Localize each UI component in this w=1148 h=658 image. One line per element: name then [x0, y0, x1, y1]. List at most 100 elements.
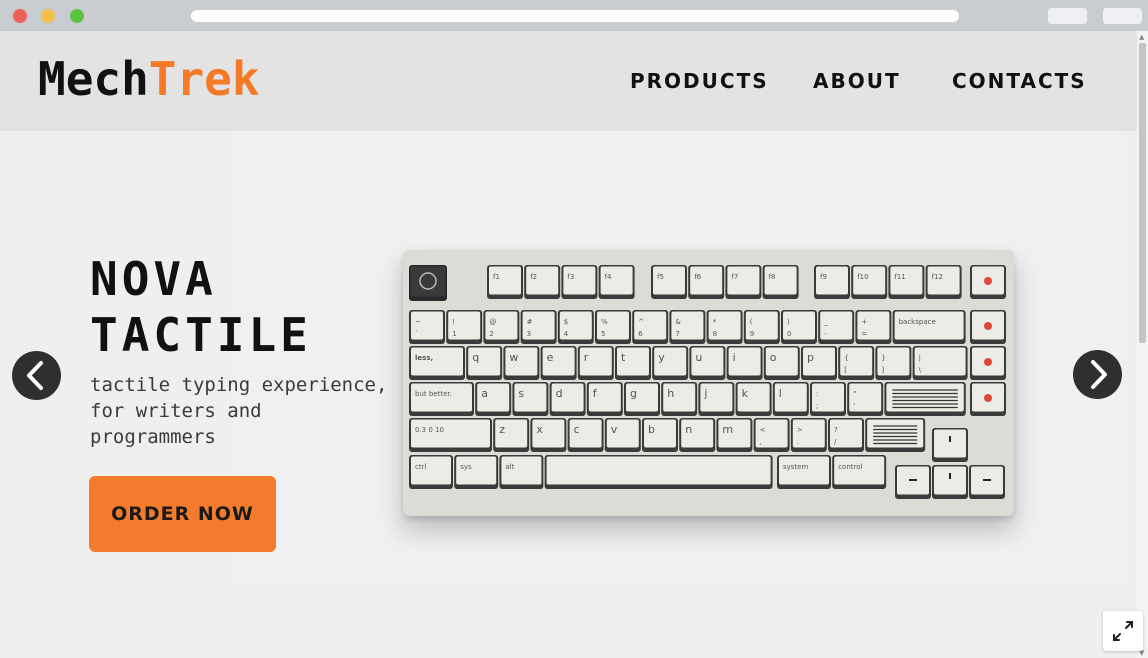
accent-key	[970, 346, 1006, 380]
sys-key: sys	[454, 455, 499, 489]
keycap-label: f7	[731, 273, 738, 281]
number-key: $4	[557, 310, 594, 344]
fn-key: f6	[688, 265, 725, 299]
keycap-label: c	[574, 423, 580, 436]
keycap-label: p	[807, 351, 814, 364]
number-key: &7	[669, 310, 706, 344]
keycap-label: j	[703, 387, 707, 400]
keycap-label: h	[667, 387, 674, 400]
keycap-label: 0	[787, 330, 791, 338]
minimize-window-button[interactable]	[41, 9, 55, 23]
right-shift-key	[865, 418, 926, 452]
nav-link-products[interactable]: PRODUCTS	[630, 69, 769, 93]
arrow-up-key	[932, 428, 968, 462]
address-bar[interactable]	[191, 10, 959, 22]
keycap-label: >	[797, 426, 803, 434]
keycap-label: l	[779, 387, 782, 400]
keycap-label: 6	[638, 330, 643, 338]
number-key: +=	[855, 310, 892, 344]
close-window-button[interactable]	[13, 9, 27, 23]
keycap-label: =	[861, 330, 867, 338]
keycap-label: x	[536, 423, 543, 436]
carousel-next-button[interactable]	[1073, 350, 1122, 399]
accent-dot-icon	[984, 358, 992, 366]
number-key: !1	[446, 310, 483, 344]
letter-key: v	[604, 418, 641, 452]
arrow-left-key	[895, 465, 931, 499]
keycap-label: ,	[760, 438, 762, 446]
number-key: #3	[520, 310, 557, 344]
fn-key: f8	[762, 265, 799, 299]
keycap-label: f2	[530, 273, 537, 281]
nav-link-about[interactable]: ABOUT	[813, 69, 901, 93]
carousel-prev-button[interactable]	[12, 351, 61, 400]
keycap-label: z	[499, 423, 505, 436]
keycap-label: i	[733, 351, 736, 364]
letter-key: n	[679, 418, 716, 452]
enter-key	[884, 382, 966, 416]
backspace-key: backspace	[892, 310, 966, 344]
number-key: @2	[483, 310, 520, 344]
order-now-button[interactable]: ORDER NOW	[89, 476, 276, 552]
fn-key: f2	[524, 265, 561, 299]
control-key: control	[832, 455, 887, 489]
caps-key: but better.	[409, 382, 474, 416]
keycap-label: control	[838, 463, 862, 471]
shift-key: 0.3 0 10	[409, 418, 492, 452]
scroll-up-icon[interactable]: ▲	[1139, 33, 1144, 41]
keycap-label: u	[695, 351, 702, 364]
page-scrollbar[interactable]: ▲ ▼	[1137, 31, 1148, 658]
letter-key: r	[577, 346, 614, 380]
keycap-label: s	[518, 387, 524, 400]
brand-logo[interactable]: MechTrek	[38, 49, 260, 109]
browser-chrome	[0, 0, 1148, 31]
hero-tagline-line2: for writers and	[90, 400, 262, 422]
letter-key: c	[567, 418, 604, 452]
keycap-label: f9	[820, 273, 827, 281]
accent-key	[970, 382, 1006, 416]
punct-key: {[	[838, 346, 875, 380]
letter-key: y	[652, 346, 689, 380]
fullscreen-button[interactable]	[1103, 611, 1143, 651]
keycap-label: _	[823, 318, 828, 326]
keycap-label: e	[547, 351, 554, 364]
keycap-label: ^	[638, 318, 644, 326]
site-header: MechTrek PRODUCTS ABOUT CONTACTS	[0, 31, 1148, 131]
letter-key: l	[772, 382, 809, 416]
keycap-label: f3	[567, 273, 574, 281]
fn-key: f7	[725, 265, 762, 299]
keycap-label: f4	[605, 273, 612, 281]
number-key: _-	[818, 310, 855, 344]
keycap-label: 0.3 0 10	[415, 426, 444, 434]
hero-title-line1: NOVA	[90, 252, 217, 306]
letter-key: b	[642, 418, 678, 452]
letter-key: f	[586, 382, 623, 416]
keycap-label: !	[452, 318, 455, 326]
brand-name-part1: Mech	[38, 52, 149, 106]
keycap-label: `	[415, 330, 419, 338]
alt-key: alt	[499, 455, 544, 489]
fn-key: f10	[851, 265, 888, 299]
letter-key: p	[801, 346, 837, 380]
accent-key	[970, 310, 1006, 344]
maximize-window-button[interactable]	[70, 9, 84, 23]
keycap-label: t	[621, 351, 626, 364]
keycap-label: $	[564, 318, 568, 326]
chevron-right-icon	[1091, 360, 1107, 389]
keycap-label: d	[556, 387, 563, 400]
browser-toolbar-button[interactable]	[1103, 8, 1142, 24]
fn-key: f4	[598, 265, 635, 299]
arrow-down-key	[932, 465, 968, 499]
scrollbar-thumb[interactable]	[1139, 43, 1146, 343]
browser-toolbar-button[interactable]	[1048, 8, 1087, 24]
nav-link-contacts[interactable]: CONTACTS	[952, 69, 1087, 93]
letter-key: s	[512, 382, 549, 416]
page: MechTrek PRODUCTS ABOUT CONTACTS NOVA TA…	[0, 31, 1148, 658]
keycap-label: .	[797, 438, 799, 446]
fn-key: f11	[888, 265, 925, 299]
expand-icon	[1113, 621, 1133, 641]
keycap-label: f10	[857, 273, 868, 281]
letter-key: h	[661, 382, 698, 416]
punct-key: ?/	[828, 418, 864, 452]
keycap-label: #	[527, 318, 533, 326]
